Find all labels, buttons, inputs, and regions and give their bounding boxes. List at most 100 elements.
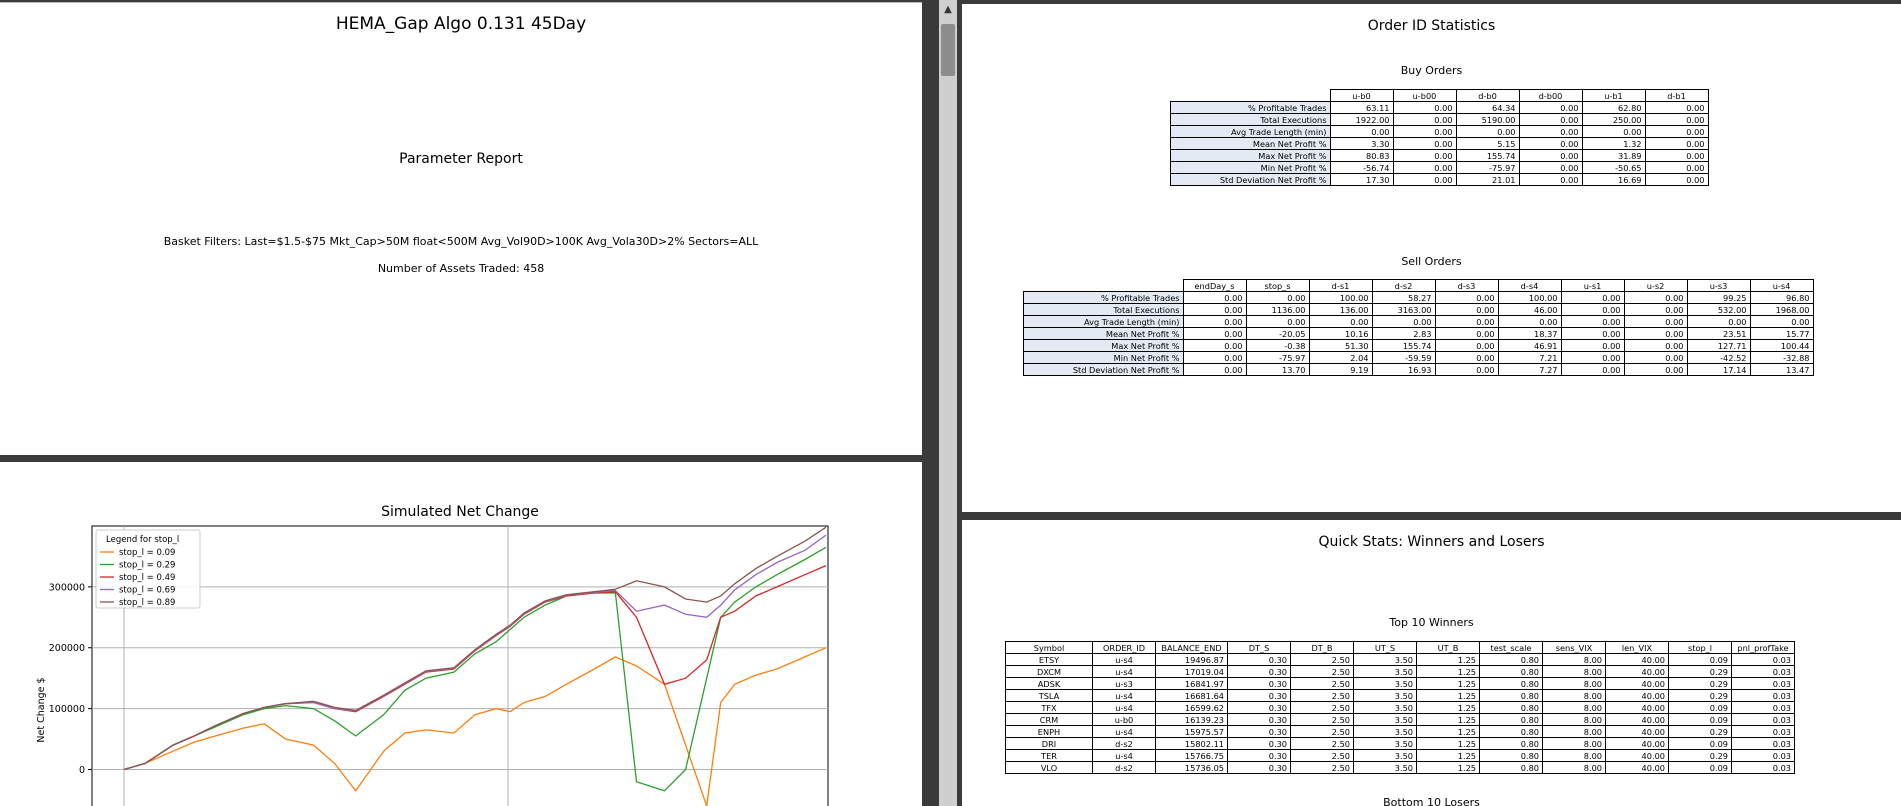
table-cell: 40.00 <box>1605 677 1669 690</box>
scrollbar-thumb[interactable] <box>941 24 955 76</box>
table-cell: 0.30 <box>1227 665 1291 678</box>
table-cell: 100.00 <box>1497 291 1562 304</box>
table-cell: -56.74 <box>1329 161 1394 174</box>
table-cell: 0.30 <box>1227 701 1291 714</box>
table-cell: 13.70 <box>1245 363 1310 376</box>
row-label: Std Deviation Net Profit % <box>1023 363 1184 376</box>
symbol-cell: TFX <box>1005 701 1093 714</box>
table-cell: 0.09 <box>1668 713 1732 726</box>
table-row: ENPH u-s4 15975.57 0.30 2.50 3.50 1.25 0.80 8.00… <box>1005 725 1795 738</box>
table-cell: 80.83 <box>1329 149 1394 162</box>
table-cell: 3.50 <box>1353 689 1417 702</box>
table-cell: 0.00 <box>1392 149 1457 162</box>
column-header: u-s1 <box>1560 279 1625 292</box>
table-cell: 40.00 <box>1605 737 1669 750</box>
table-corner-cell <box>1023 279 1184 292</box>
table-cell: 0.00 <box>1623 315 1688 328</box>
table-cell: 0.09 <box>1668 653 1732 666</box>
table-row: VLO d-s2 15736.05 0.30 2.50 3.50 1.25 0.80 8.00 4… <box>1005 761 1795 774</box>
column-header: sens_VIX <box>1542 641 1606 654</box>
table-cell: 23.51 <box>1686 327 1751 340</box>
table-cell: 8.00 <box>1542 713 1606 726</box>
table-cell: 3.50 <box>1353 761 1417 774</box>
column-header: stop_s <box>1245 279 1310 292</box>
table-cell: 3.50 <box>1353 725 1417 738</box>
table-cell: 16681.64 <box>1155 689 1228 702</box>
table-cell: 0.00 <box>1392 173 1457 186</box>
row-label: Std Deviation Net Profit % <box>1170 173 1331 186</box>
table-cell: 0.00 <box>1434 327 1499 340</box>
series-line-1 <box>123 546 827 792</box>
table-cell: 21.01 <box>1455 173 1520 186</box>
table-cell: 0.29 <box>1668 677 1732 690</box>
top-winners-title: Top 10 Winners <box>1389 616 1474 629</box>
row-label: Max Net Profit % <box>1170 149 1331 162</box>
table-cell: 0.00 <box>1644 149 1709 162</box>
sell-orders-title: Sell Orders <box>1401 255 1462 268</box>
column-header: d-s1 <box>1308 279 1373 292</box>
table-cell: 0.00 <box>1518 137 1583 150</box>
column-header: u-b1 <box>1581 89 1646 102</box>
table-cell: 0.00 <box>1686 315 1751 328</box>
table-cell: 0.00 <box>1644 173 1709 186</box>
symbol-cell: TER <box>1005 749 1093 762</box>
table-cell: 0.00 <box>1392 161 1457 174</box>
column-header: UT_B <box>1416 641 1480 654</box>
table-cell: 0.00 <box>1392 125 1457 138</box>
table-row: CRM u-b0 16139.23 0.30 2.50 3.50 1.25 0.80 8.00 4… <box>1005 713 1795 726</box>
row-label: Mean Net Profit % <box>1170 137 1331 150</box>
table-cell: 0.80 <box>1479 665 1543 678</box>
table-cell: 40.00 <box>1605 713 1669 726</box>
table-header-row: Symbol ORDER_ID BALANCE_END DT_S DT_B UT_S UT_… <box>1005 641 1795 654</box>
table-cell: 0.00 <box>1455 125 1520 138</box>
table-cell: 0.30 <box>1227 689 1291 702</box>
table-row: Total Executions 0.00 1136.00 136.00 3163.00… <box>1023 303 1814 316</box>
table-cell: 0.09 <box>1668 737 1732 750</box>
table-cell: 15802.11 <box>1155 737 1228 750</box>
table-cell: 7.21 <box>1497 351 1562 364</box>
column-header: d-b1 <box>1644 89 1709 102</box>
table-cell: d-s2 <box>1092 737 1156 750</box>
table-cell: 3.30 <box>1329 137 1394 150</box>
table-cell: 17.14 <box>1686 363 1751 376</box>
table-cell: 100.00 <box>1308 291 1373 304</box>
table-cell: 0.03 <box>1731 677 1795 690</box>
table-row: % Profitable Trades 0.00 0.00 100.00 58.27 0.… <box>1023 291 1814 304</box>
table-cell: 0.30 <box>1227 749 1291 762</box>
report-subtitle: Parameter Report <box>399 151 523 167</box>
table-cell: 3163.00 <box>1371 303 1436 316</box>
table-cell: 0.00 <box>1182 291 1247 304</box>
table-cell: 0.00 <box>1182 315 1247 328</box>
vertical-scrollbar[interactable] <box>939 0 957 806</box>
table-row: TSLA u-s4 16681.64 0.30 2.50 3.50 1.25 0.80 8.00… <box>1005 689 1795 702</box>
table-cell: 0.03 <box>1731 749 1795 762</box>
table-cell: 40.00 <box>1605 725 1669 738</box>
table-cell: 8.00 <box>1542 701 1606 714</box>
column-header: ORDER_ID <box>1092 641 1156 654</box>
symbol-cell: ETSY <box>1005 653 1093 666</box>
table-row: ADSK u-s3 16841.97 0.30 2.50 3.50 1.25 0.80 8.00… <box>1005 677 1795 690</box>
chart-title: Simulated Net Change <box>381 504 539 520</box>
table-cell: 0.00 <box>1518 125 1583 138</box>
table-cell: 1.25 <box>1416 737 1480 750</box>
table-cell: 3.50 <box>1353 713 1417 726</box>
symbol-cell: ADSK <box>1005 677 1093 690</box>
table-cell: 0.80 <box>1479 677 1543 690</box>
table-row: ETSY u-s4 19496.87 0.30 2.50 3.50 1.25 0.80 8.00… <box>1005 653 1795 666</box>
table-cell: 0.00 <box>1518 161 1583 174</box>
table-cell: 51.30 <box>1308 339 1373 352</box>
table-cell: 0.00 <box>1182 363 1247 376</box>
table-cell: 1.25 <box>1416 761 1480 774</box>
table-cell: 1.25 <box>1416 665 1480 678</box>
table-cell: 2.50 <box>1290 737 1354 750</box>
table-cell: 0.03 <box>1731 737 1795 750</box>
scroll-up-arrow-icon[interactable]: ▲ <box>941 3 955 17</box>
table-row: Std Deviation Net Profit % 0.00 13.70 9.19 1… <box>1023 363 1814 376</box>
table-cell: 0.00 <box>1434 291 1499 304</box>
table-cell: 0.30 <box>1227 737 1291 750</box>
y-tick-label: 300000 <box>49 582 85 593</box>
table-cell: 8.00 <box>1542 653 1606 666</box>
report-page: HEMA_Gap Algo 0.131 45Day Parameter Repo… <box>0 2 922 455</box>
table-cell: 96.80 <box>1749 291 1814 304</box>
table-cell: 8.00 <box>1542 689 1606 702</box>
